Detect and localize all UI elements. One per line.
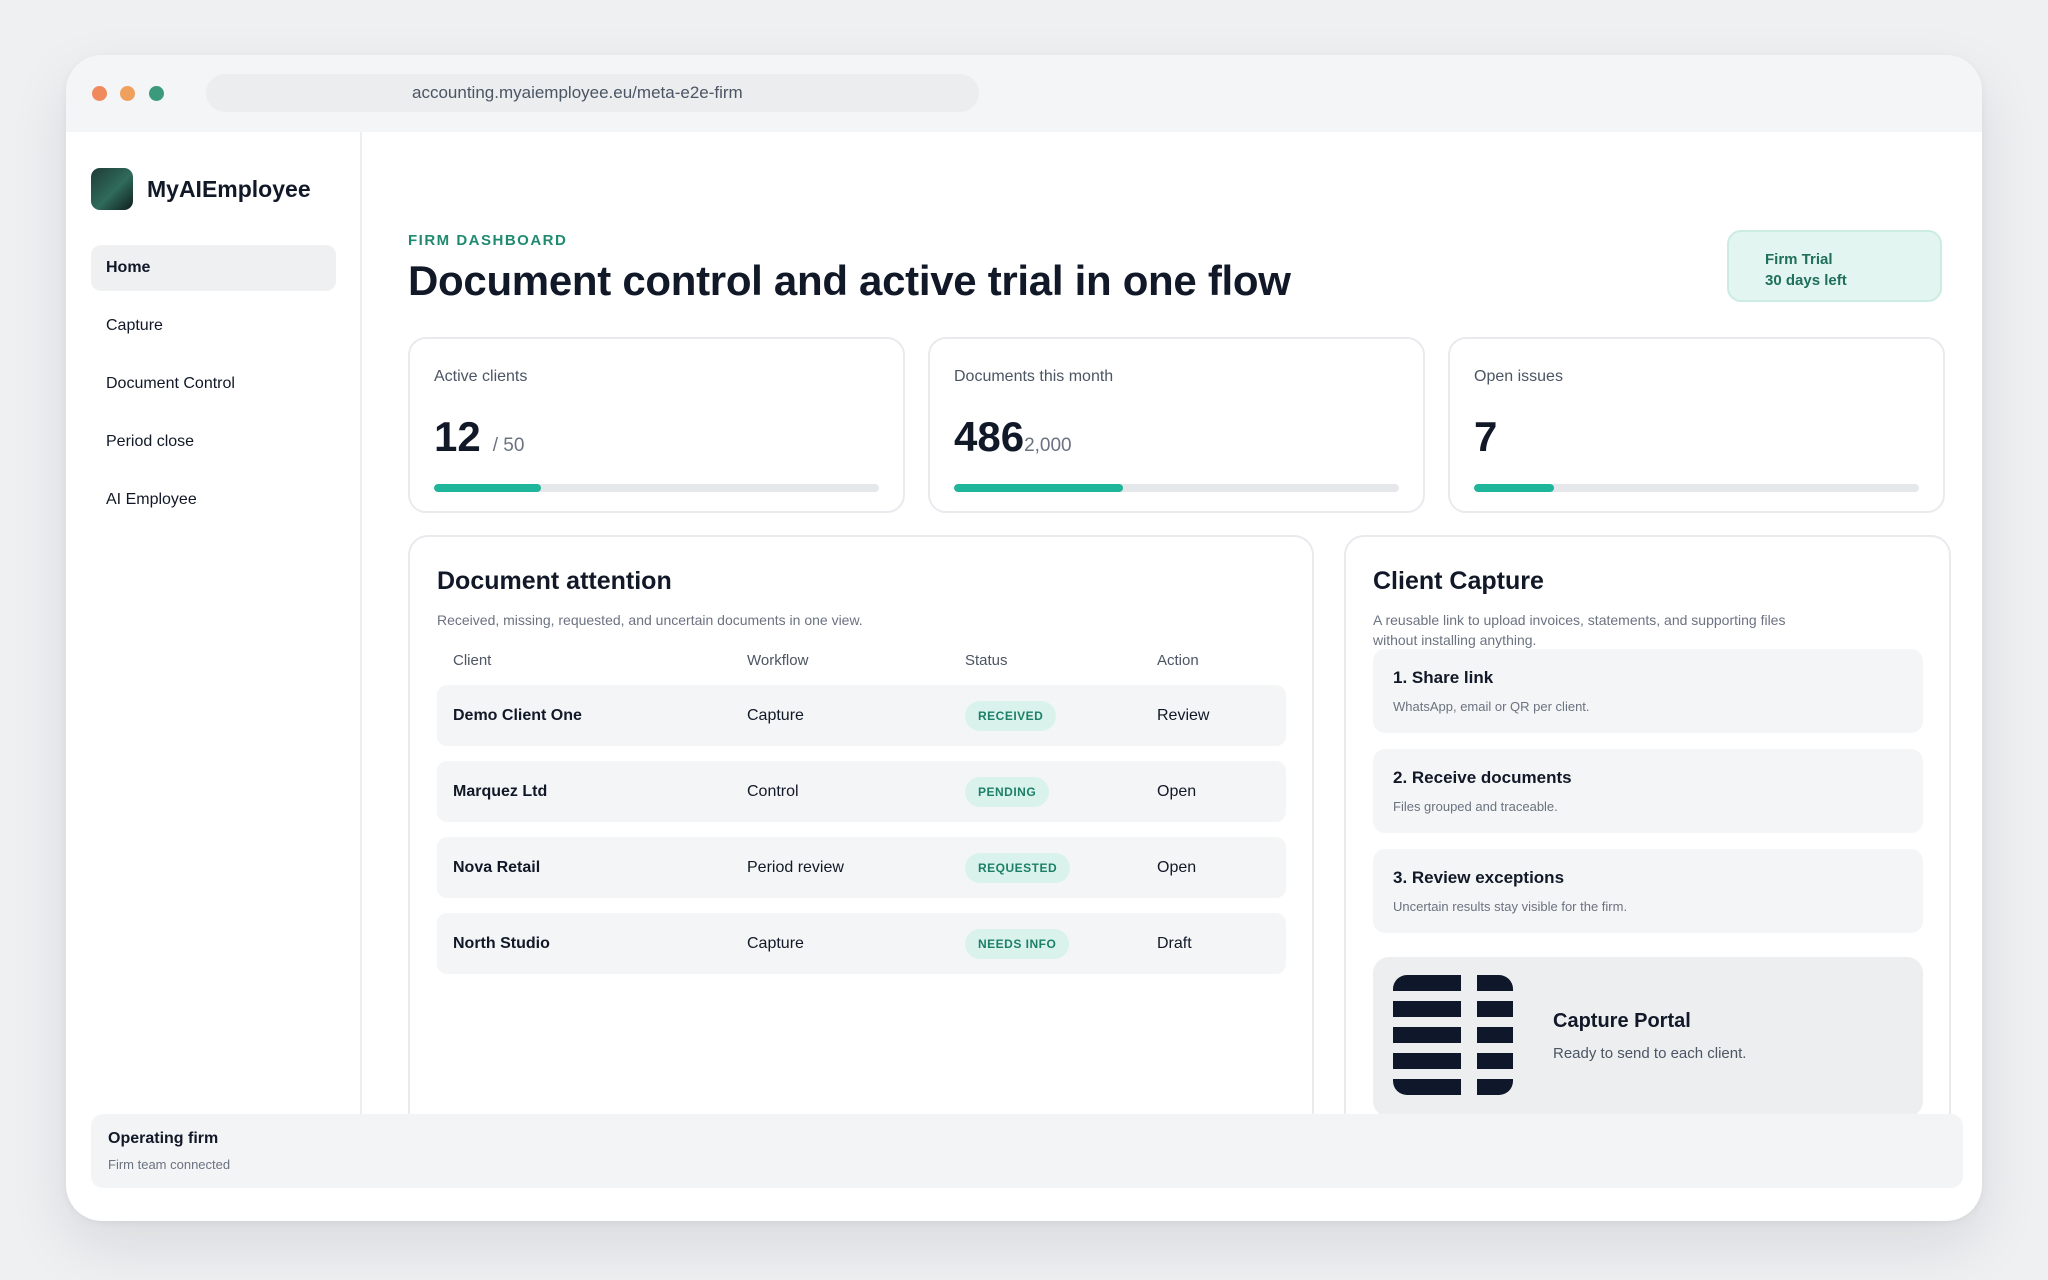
panel-title: Client Capture — [1373, 567, 1544, 595]
row-action-link[interactable]: Draft — [1157, 913, 1192, 974]
footer-title: Operating firm — [108, 1130, 219, 1147]
stat-value: 7 — [1474, 413, 1498, 460]
step-title: 3. Review exceptions — [1393, 868, 1565, 887]
progress-bar — [954, 484, 1399, 492]
progress-bar-fill — [1474, 484, 1555, 492]
sidebar-nav: Home Capture Document Control Period clo… — [91, 245, 336, 535]
step-title: 1. Share link — [1393, 668, 1494, 687]
cell-workflow: Capture — [747, 935, 804, 952]
sidebar-item-capture[interactable]: Capture — [91, 303, 336, 349]
stat-value: 486 — [954, 413, 1025, 460]
capture-step-receive-documents[interactable]: 2. Receive documents Files grouped and t… — [1373, 749, 1923, 833]
capture-step-share-link[interactable]: 1. Share link WhatsApp, email or QR per … — [1373, 649, 1923, 733]
table-row[interactable]: Nova Retail Period review REQUESTED Open — [437, 837, 1286, 898]
status-badge: REQUESTED — [965, 853, 1071, 883]
table-header: Client Workflow Status Action — [453, 652, 1273, 672]
panel-subtitle: A reusable link to upload invoices, stat… — [1373, 610, 1785, 650]
brand-name: MyAIEmployee — [147, 175, 311, 202]
footer-subtitle: Firm team connected — [108, 1157, 231, 1172]
address-bar[interactable]: accounting.myaiemployee.eu/meta-e2e-firm — [206, 74, 979, 112]
progress-bar — [1474, 484, 1919, 492]
cell-client: Nova Retail — [453, 859, 541, 876]
browser-titlebar: accounting.myaiemployee.eu/meta-e2e-firm — [66, 55, 1982, 132]
stat-card-active-clients: Active clients 12 / 50 — [408, 337, 905, 513]
step-title: 2. Receive documents — [1393, 768, 1572, 787]
brand-logo-icon — [91, 168, 133, 210]
row-action-link[interactable]: Review — [1157, 685, 1209, 746]
window-minimize-dot[interactable] — [120, 86, 135, 101]
step-subtitle: WhatsApp, email or QR per client. — [1393, 699, 1590, 714]
window-maximize-dot[interactable] — [149, 86, 164, 101]
page-title: Document control and active trial in one… — [408, 257, 1291, 304]
stat-value: 12 — [434, 413, 481, 460]
table-row[interactable]: Marquez Ltd Control PENDING Open — [437, 761, 1286, 822]
page-eyebrow: FIRM DASHBOARD — [408, 232, 568, 249]
row-action-link[interactable]: Open — [1157, 761, 1196, 822]
column-header-workflow[interactable]: Workflow — [747, 652, 808, 669]
column-header-action[interactable]: Action — [1157, 652, 1199, 669]
stat-suffix: 2,000 — [1024, 435, 1072, 456]
client-capture-panel: Client Capture A reusable link to upload… — [1344, 535, 1951, 1142]
status-badge: NEEDS INFO — [965, 929, 1070, 959]
browser-window: accounting.myaiemployee.eu/meta-e2e-firm… — [66, 55, 1982, 1221]
main-content: FIRM DASHBOARD Document control and acti… — [362, 132, 1982, 1142]
stat-card-open-issues: Open issues 7 — [1448, 337, 1945, 513]
trial-badge-days: 30 days left — [1765, 272, 1847, 289]
window-close-dot[interactable] — [92, 86, 107, 101]
row-action-link[interactable]: Open — [1157, 837, 1196, 898]
sidebar-item-document-control[interactable]: Document Control — [91, 361, 336, 407]
stat-card-documents-month: Documents this month 486 2,000 — [928, 337, 1425, 513]
table-row[interactable]: Demo Client One Capture RECEIVED Review — [437, 685, 1286, 746]
stat-suffix: / 50 — [492, 435, 525, 456]
column-header-status[interactable]: Status — [965, 652, 1008, 669]
trial-badge[interactable]: Firm Trial 30 days left — [1727, 230, 1942, 302]
sidebar-item-home[interactable]: Home — [91, 245, 336, 291]
capture-portal-card[interactable]: Capture Portal Ready to send to each cli… — [1373, 957, 1923, 1117]
status-badge: PENDING — [965, 777, 1050, 807]
cell-workflow: Capture — [747, 707, 804, 724]
capture-step-review-exceptions[interactable]: 3. Review exceptions Uncertain results s… — [1373, 849, 1923, 933]
step-subtitle: Uncertain results stay visible for the f… — [1393, 899, 1628, 914]
panel-subtitle-line: without installing anything. — [1373, 632, 1537, 648]
table-row[interactable]: North Studio Capture NEEDS INFO Draft — [437, 913, 1286, 974]
cell-workflow: Period review — [747, 859, 844, 876]
stat-label: Open issues — [1474, 368, 1563, 385]
progress-bar-fill — [434, 484, 541, 492]
progress-bar — [434, 484, 879, 492]
portal-title: Capture Portal — [1553, 1010, 1691, 1032]
document-attention-panel: Document attention Received, missing, re… — [408, 535, 1314, 1142]
panel-subtitle-line: A reusable link to upload invoices, stat… — [1373, 612, 1786, 628]
cell-client: Demo Client One — [453, 707, 582, 724]
brand[interactable]: MyAIEmployee — [91, 168, 311, 210]
step-subtitle: Files grouped and traceable. — [1393, 799, 1558, 814]
status-badge: RECEIVED — [965, 701, 1057, 731]
progress-bar-fill — [954, 484, 1124, 492]
sidebar-item-ai-employee[interactable]: AI Employee — [91, 477, 336, 523]
sidebar-item-period-close[interactable]: Period close — [91, 419, 336, 465]
panel-subtitle: Received, missing, requested, and uncert… — [437, 612, 863, 628]
stat-label: Active clients — [434, 368, 528, 385]
grid-portal-icon — [1393, 975, 1513, 1095]
portal-subtitle: Ready to send to each client. — [1553, 1045, 1747, 1062]
cell-client: North Studio — [453, 935, 550, 952]
cell-workflow: Control — [747, 783, 799, 800]
cell-client: Marquez Ltd — [453, 783, 548, 800]
trial-badge-title: Firm Trial — [1765, 251, 1833, 268]
column-header-client[interactable]: Client — [453, 652, 491, 669]
sidebar: MyAIEmployee Home Capture Document Contr… — [66, 132, 362, 1132]
stat-label: Documents this month — [954, 368, 1114, 385]
panel-title: Document attention — [437, 567, 672, 595]
operating-firm-footer[interactable]: Operating firm Firm team connected — [91, 1114, 1963, 1188]
